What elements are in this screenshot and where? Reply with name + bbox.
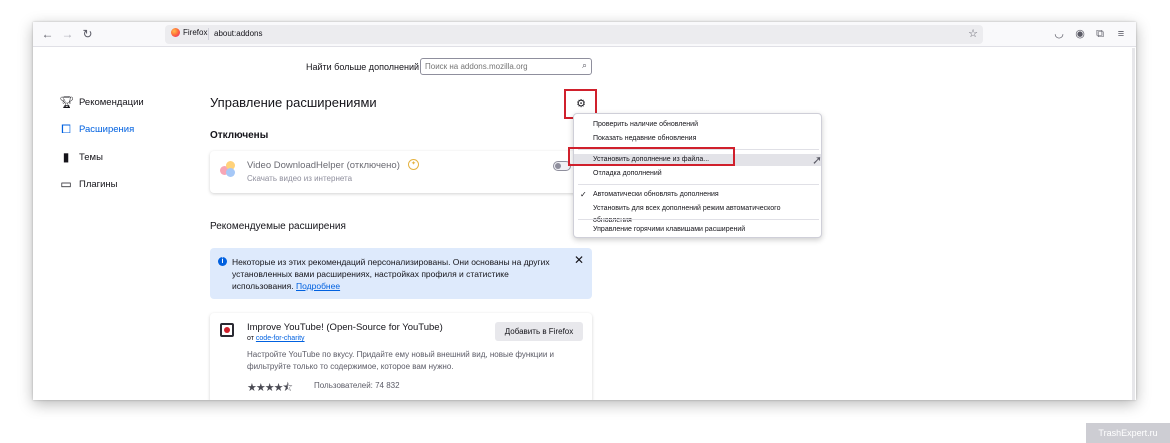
forward-icon[interactable]: →	[59, 26, 76, 43]
browser-window: ← → ↻ Firefox about:addons ☆ ◡ ◉ ⧉ ≡ Най…	[33, 22, 1136, 400]
notice-text: Некоторые из этих рекомендаций персонали…	[232, 257, 550, 291]
search-input[interactable]	[425, 62, 575, 71]
notice-message: Некоторые из этих рекомендаций персонали…	[232, 256, 552, 292]
search-box[interactable]: ⌕	[420, 58, 592, 75]
url-text[interactable]: about:addons	[214, 29, 263, 38]
recommended-section-title: Рекомендуемые расширения	[210, 221, 346, 232]
brush-icon: ▮	[62, 150, 70, 164]
star-icon[interactable]: ☆	[968, 27, 978, 40]
identity-box[interactable]: Firefox	[171, 28, 207, 37]
search-label: Найти больше дополнений	[306, 62, 420, 72]
menu-item-label: Автоматически обновлять дополнения	[593, 191, 719, 198]
url-bar[interactable]: Firefox about:addons ☆	[165, 25, 983, 44]
personalization-notice: i Некоторые из этих рекомендаций персона…	[210, 248, 592, 299]
menu-separator	[578, 184, 819, 185]
disabled-extension-card[interactable]: Video DownloadHelper (отключено) ✦ Скача…	[210, 151, 592, 193]
disabled-section-title: Отключены	[210, 130, 269, 141]
menu-item-check-updates[interactable]: Проверить наличие обновлений	[574, 119, 821, 131]
extension-description: Скачать видео из интернета	[247, 174, 353, 183]
author-link[interactable]: code-for-charity	[256, 335, 305, 342]
pocket-icon[interactable]: ◡	[1052, 26, 1066, 43]
gear-icon[interactable]: ⚙	[573, 96, 589, 112]
menu-separator	[578, 219, 819, 220]
menu-item-reset-auto-update[interactable]: Установить для всех дополнений режим авт…	[574, 203, 821, 224]
rating-stars: ★★★★⯪	[247, 382, 293, 394]
page-title: Управление расширениями	[210, 95, 377, 110]
sidebar-item-extensions[interactable]: ⧠ Расширения	[59, 121, 134, 137]
sidebar-item-label: Расширения	[79, 123, 135, 135]
add-to-firefox-button[interactable]: Добавить в Firefox	[495, 322, 583, 341]
extension-name: Video DownloadHelper (отключено)	[247, 160, 400, 171]
close-icon[interactable]: ✕	[574, 253, 584, 267]
install-highlight-frame	[568, 147, 735, 166]
menu-item-manage-shortcuts[interactable]: Управление горячими клавишами расширений	[574, 224, 821, 236]
extension-author: от code-for-charity	[247, 335, 305, 342]
extension-name: Improve YouTube! (Open-Source for YouTub…	[247, 322, 443, 333]
reload-icon[interactable]: ↻	[79, 26, 96, 43]
watermark: TrashExpert.ru	[1086, 423, 1170, 443]
sidebar-item-label: Рекомендации	[79, 96, 144, 108]
extension-description: Настройте YouTube по вкусу. Придайте ему…	[247, 350, 554, 371]
recommended-extension-card[interactable]: Improve YouTube! (Open-Source for YouTub…	[210, 313, 592, 400]
scrollbar[interactable]	[1132, 48, 1135, 400]
sidebar-item-recommendations[interactable]: 🏆︎ Рекомендации	[59, 94, 144, 110]
checkmark-icon: ✓	[580, 190, 587, 199]
user-count: Пользователей: 74 832	[314, 381, 400, 390]
mouse-cursor-icon: ➚	[812, 153, 823, 167]
menu-icon[interactable]: ≡	[1114, 26, 1128, 43]
back-icon[interactable]: ←	[39, 26, 56, 43]
browser-toolbar: ← → ↻ Firefox about:addons ☆ ◡ ◉ ⧉ ≡	[33, 22, 1136, 47]
identity-label: Firefox	[183, 28, 208, 37]
puzzle-icon: ⧠	[61, 121, 71, 136]
learn-more-link[interactable]: Подробнее	[296, 281, 340, 291]
author-prefix: от	[247, 335, 254, 342]
menu-item-auto-update[interactable]: ✓ Автоматически обновлять дополнения	[574, 189, 821, 201]
account-icon[interactable]: ◉	[1073, 26, 1087, 43]
url-separator	[208, 28, 209, 40]
menu-item-debug-addons[interactable]: Отладка дополнений	[574, 168, 821, 180]
sidebar-item-themes[interactable]: ▮ Темы	[59, 149, 103, 165]
info-icon: i	[218, 257, 227, 266]
recommended-badge-icon: ✦	[408, 159, 419, 170]
folder-icon: ▭	[60, 177, 72, 191]
trophy-icon: 🏆︎	[59, 95, 75, 109]
video-downloadhelper-icon	[220, 161, 236, 177]
sidebar-item-label: Темы	[79, 151, 103, 163]
sidebar-item-label: Плагины	[79, 178, 118, 190]
firefox-logo-icon	[171, 28, 180, 37]
menu-item-recent-updates[interactable]: Показать недавние обновления	[574, 133, 821, 145]
sidebar-item-plugins[interactable]: ▭ Плагины	[59, 176, 118, 192]
addons-options-menu: Проверить наличие обновлений Показать не…	[573, 113, 822, 238]
improve-youtube-icon	[220, 323, 234, 337]
search-icon[interactable]: ⌕	[582, 60, 587, 71]
extensions-icon[interactable]: ⧉	[1093, 26, 1107, 43]
